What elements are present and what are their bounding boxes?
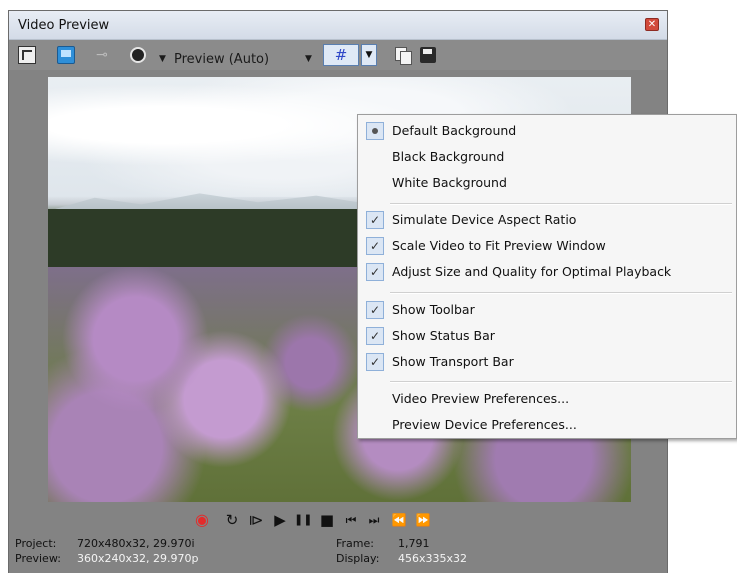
overlays-dropdown-button[interactable]: ▼ xyxy=(361,44,377,66)
checkmark-icon: ✓ xyxy=(366,327,384,345)
menu-item-simulate-aspect-ratio[interactable]: ✓ Simulate Device Aspect Ratio xyxy=(358,209,736,231)
menu-separator xyxy=(390,381,732,383)
menu-item-video-preview-preferences[interactable]: Video Preview Preferences... xyxy=(358,388,736,410)
save-snapshot-icon[interactable] xyxy=(420,47,436,63)
menu-separator xyxy=(390,292,732,294)
display-value: 456x335x32 xyxy=(398,552,468,565)
checkmark-icon: ✓ xyxy=(366,353,384,371)
preview-context-menu: Default Background Black Background Whit… xyxy=(357,114,737,439)
menu-item-preview-device-preferences[interactable]: Preview Device Preferences... xyxy=(358,414,736,436)
checkmark-icon: ✓ xyxy=(366,211,384,229)
frame-value: 1,791 xyxy=(398,537,430,550)
status-bar: Project: 720x480x32, 29.970i Preview: 36… xyxy=(9,533,667,573)
previous-frame-icon[interactable]: ⏮ xyxy=(342,512,360,528)
menu-item-scale-to-fit[interactable]: ✓ Scale Video to Fit Preview Window xyxy=(358,235,736,257)
next-frame-icon[interactable]: ⏭ xyxy=(365,512,383,528)
loop-playback-icon[interactable]: ↻ xyxy=(223,512,241,528)
split-screen-icon[interactable]: ⊸ xyxy=(93,46,111,64)
go-to-start-icon[interactable]: ⏪ xyxy=(390,512,408,528)
checkmark-icon: ✓ xyxy=(366,263,384,281)
checkmark-icon: ✓ xyxy=(366,301,384,319)
preview-toolbar: ⊸ ▼ Preview (Auto) ▼ # ▼ xyxy=(9,40,667,70)
overlays-grid-button[interactable]: # xyxy=(323,44,359,66)
menu-item-show-transport-bar[interactable]: ✓ Show Transport Bar xyxy=(358,351,736,373)
transport-bar: ◉ ↻ ⧐ ▶ ❚❚ ■ ⏮ ⏭ ⏪ ⏩ xyxy=(9,507,667,533)
overlay-icon[interactable] xyxy=(130,47,146,63)
menu-item-show-status-bar[interactable]: ✓ Show Status Bar xyxy=(358,325,736,347)
preview-value: 360x240x32, 29.970p xyxy=(77,552,199,565)
menu-separator xyxy=(390,203,732,205)
pause-icon[interactable]: ❚❚ xyxy=(294,512,312,528)
frame-label: Frame: xyxy=(336,537,374,550)
stop-icon[interactable]: ■ xyxy=(318,512,336,528)
play-icon[interactable]: ▶ xyxy=(271,512,289,528)
external-monitor-icon[interactable] xyxy=(57,46,75,64)
menu-item-show-toolbar[interactable]: ✓ Show Toolbar xyxy=(358,299,736,321)
window-title: Video Preview xyxy=(18,18,110,33)
window-titlebar: Video Preview ✕ xyxy=(9,11,667,40)
properties-icon[interactable] xyxy=(18,46,36,64)
menu-item-adjust-size-quality[interactable]: ✓ Adjust Size and Quality for Optimal Pl… xyxy=(358,261,736,283)
overlay-dropdown-icon[interactable]: ▼ xyxy=(159,54,166,64)
display-label: Display: xyxy=(336,552,380,565)
project-label: Project: xyxy=(15,537,57,550)
play-from-start-icon[interactable]: ⧐ xyxy=(247,512,265,528)
copy-snapshot-icon[interactable] xyxy=(394,46,412,65)
preview-quality-select[interactable]: Preview (Auto) xyxy=(174,52,269,67)
project-value: 720x480x32, 29.970i xyxy=(77,537,195,550)
close-button[interactable]: ✕ xyxy=(645,18,659,31)
go-to-end-icon[interactable]: ⏩ xyxy=(414,512,432,528)
checkmark-icon: ✓ xyxy=(366,237,384,255)
preview-label: Preview: xyxy=(15,552,61,565)
record-icon[interactable]: ◉ xyxy=(193,512,211,528)
menu-item-white-background[interactable]: White Background xyxy=(358,172,736,194)
preview-quality-dropdown-icon[interactable]: ▼ xyxy=(305,54,312,64)
radio-selected-icon xyxy=(366,122,384,140)
menu-item-default-background[interactable]: Default Background xyxy=(358,120,736,142)
menu-item-black-background[interactable]: Black Background xyxy=(358,146,736,168)
